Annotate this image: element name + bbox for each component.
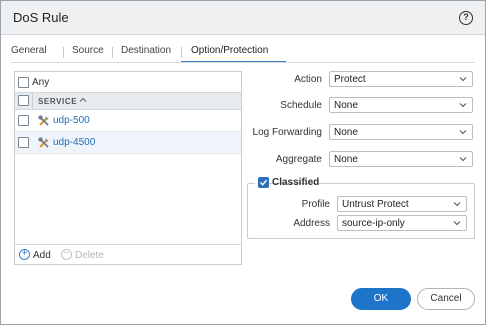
aggregate-select[interactable]: None [329, 151, 473, 167]
row-checkbox[interactable] [18, 115, 29, 126]
tab-divider [181, 47, 182, 58]
help-icon[interactable]: ? [459, 11, 473, 25]
chevron-down-icon [459, 130, 467, 135]
select-all-checkbox[interactable] [18, 95, 29, 106]
cancel-button[interactable]: Cancel [417, 288, 475, 310]
chevron-down-icon [459, 77, 467, 82]
profile-select[interactable]: Untrust Protect [337, 196, 467, 212]
tab-source[interactable]: Source [72, 45, 104, 56]
classified-checkbox[interactable] [258, 177, 269, 188]
any-row: Any [15, 72, 241, 92]
checkmark-icon [259, 179, 268, 186]
service-link[interactable]: udp-4500 [53, 137, 95, 148]
service-link[interactable]: udp-500 [53, 115, 90, 126]
tab-bar-divider [11, 62, 475, 63]
action-value: Protect [334, 74, 366, 85]
any-label: Any [32, 77, 50, 88]
address-label: Address [293, 218, 330, 229]
tab-option-protection[interactable]: Option/Protection [191, 45, 268, 56]
delete-button: Delete [75, 250, 104, 261]
aggregate-value: None [334, 154, 358, 165]
log-forwarding-label: Log Forwarding [252, 127, 322, 138]
service-column-header[interactable]: SERVICE [38, 97, 77, 106]
chevron-down-icon [453, 221, 461, 226]
add-icon[interactable]: + [19, 249, 30, 260]
address-select[interactable]: source-ip-only [337, 215, 467, 231]
any-checkbox[interactable] [18, 77, 29, 88]
title-bar: DoS Rule ? [1, 1, 485, 35]
profile-label: Profile [301, 199, 330, 210]
chevron-down-icon [459, 157, 467, 162]
log-forwarding-select[interactable]: None [329, 124, 473, 140]
service-icon [38, 137, 49, 148]
tab-general[interactable]: General [11, 45, 47, 56]
ok-button[interactable]: OK [351, 288, 411, 310]
add-button[interactable]: Add [33, 250, 51, 261]
action-select[interactable]: Protect [329, 71, 473, 87]
service-row[interactable]: udp-500 [15, 110, 241, 132]
tab-divider [63, 47, 64, 58]
chevron-down-icon [453, 202, 461, 207]
schedule-select[interactable]: None [329, 97, 473, 113]
classified-label: Classified [272, 177, 320, 188]
dialog-title: DoS Rule [13, 10, 69, 25]
service-panel-footer: + Add − Delete [15, 244, 241, 264]
log-forwarding-value: None [334, 127, 358, 138]
service-row[interactable]: udp-4500 [15, 132, 241, 154]
chevron-down-icon [459, 103, 467, 108]
address-value: source-ip-only [342, 218, 405, 229]
profile-value: Untrust Protect [342, 199, 409, 210]
tab-destination[interactable]: Destination [121, 45, 171, 56]
column-divider [32, 93, 33, 109]
action-label: Action [294, 74, 322, 85]
classified-legend: Classified [255, 176, 319, 190]
dos-rule-dialog: DoS Rule ? General Source Destination Op… [0, 0, 486, 325]
tab-divider [112, 47, 113, 58]
sort-ascending-icon[interactable] [79, 96, 87, 106]
service-table-header: SERVICE [15, 92, 242, 110]
column-divider [241, 93, 242, 109]
delete-icon: − [61, 249, 72, 260]
schedule-label: Schedule [280, 100, 322, 111]
service-icon [38, 115, 49, 126]
row-checkbox[interactable] [18, 137, 29, 148]
aggregate-label: Aggregate [275, 154, 322, 165]
service-panel: Any SERVICE udp-500 udp-4500 + Add − Del… [14, 71, 242, 265]
schedule-value: None [334, 100, 358, 111]
